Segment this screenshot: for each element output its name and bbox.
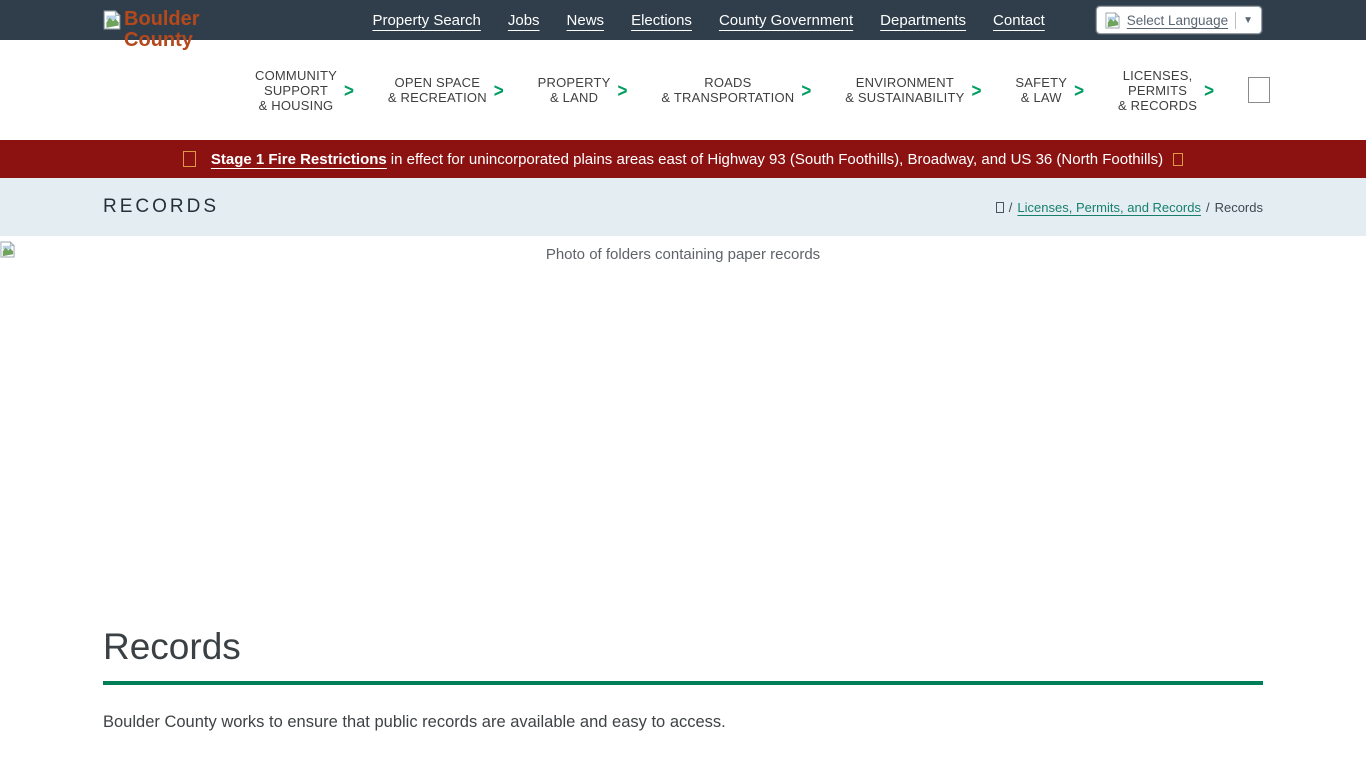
utility-link-property-search[interactable]: Property Search: [372, 12, 480, 29]
home-icon[interactable]: [996, 202, 1004, 213]
chevron-down-icon: ▼: [1243, 15, 1253, 26]
heading-rule: [103, 681, 1263, 685]
breadcrumb-separator: /: [1206, 200, 1210, 215]
hero-image-broken: Photo of folders containing paper record…: [0, 236, 1366, 610]
divider: [1235, 12, 1236, 29]
page-title-bar: RECORDS / Licenses, Permits, and Records…: [0, 178, 1366, 236]
content-intro-paragraph: Boulder County works to ensure that publ…: [103, 713, 1263, 732]
nav-item-label: PROPERTY & LAND: [538, 75, 611, 105]
utility-link-elections[interactable]: Elections: [631, 12, 692, 29]
chevron-right-icon: >: [618, 80, 628, 100]
search-icon[interactable]: [1248, 77, 1270, 103]
nav-item-property-land[interactable]: PROPERTY & LAND >: [538, 75, 628, 105]
nav-item-label: SAFETY & LAW: [1015, 75, 1067, 105]
breadcrumb-separator: /: [1009, 200, 1013, 215]
utility-link-news[interactable]: News: [567, 12, 605, 29]
nav-item-label: ENVIRONMENT & SUSTAINABILITY: [845, 75, 964, 105]
select-language-dropdown[interactable]: Select Language ▼: [1096, 6, 1262, 34]
nav-item-community-support-housing[interactable]: COMMUNITY SUPPORT & HOUSING >: [255, 68, 354, 113]
chevron-right-icon: >: [801, 80, 811, 100]
chevron-right-icon: >: [972, 80, 982, 100]
nav-item-licenses-permits-records[interactable]: LICENSES, PERMITS & RECORDS >: [1118, 68, 1214, 113]
page-title: RECORDS: [103, 196, 219, 218]
nav-item-roads-transportation[interactable]: ROADS & TRANSPORTATION >: [661, 75, 811, 105]
content-heading: Records: [103, 626, 1263, 668]
nav-item-label: OPEN SPACE & RECREATION: [388, 75, 487, 105]
utility-link-county-government[interactable]: County Government: [719, 12, 853, 29]
broken-image-icon: [103, 10, 121, 35]
site-logo-link[interactable]: Boulder County: [103, 9, 221, 51]
logo-alt-text: Boulder County: [124, 8, 200, 51]
breadcrumb-current: Records: [1215, 200, 1263, 215]
main-navigation: COMMUNITY SUPPORT & HOUSING > OPEN SPACE…: [0, 40, 1366, 140]
utility-link-departments[interactable]: Departments: [880, 12, 966, 29]
chevron-right-icon: >: [1074, 80, 1084, 100]
alert-message: in effect for unincorporated plains area…: [391, 151, 1163, 168]
fire-icon-placeholder: [183, 151, 196, 167]
nav-item-label: ROADS & TRANSPORTATION: [661, 75, 794, 105]
nav-item-safety-law[interactable]: SAFETY & LAW >: [1015, 75, 1084, 105]
chevron-right-icon: >: [494, 80, 504, 100]
fire-icon-placeholder: [1173, 153, 1183, 166]
utility-link-contact[interactable]: Contact: [993, 12, 1045, 29]
utility-link-jobs[interactable]: Jobs: [508, 12, 540, 29]
nav-item-environment-sustainability[interactable]: ENVIRONMENT & SUSTAINABILITY >: [845, 75, 981, 105]
fire-restrictions-alert-banner: Stage 1 Fire Restrictions in effect for …: [0, 140, 1366, 178]
chevron-right-icon: >: [344, 80, 354, 100]
breadcrumb: / Licenses, Permits, and Records / Recor…: [996, 200, 1263, 215]
breadcrumb-link-licenses-permits-records[interactable]: Licenses, Permits, and Records: [1017, 200, 1201, 215]
hero-image-alt-text: Photo of folders containing paper record…: [0, 246, 1366, 263]
chevron-right-icon: >: [1204, 80, 1214, 100]
page: Boulder County Property Search Jobs News…: [0, 0, 1366, 768]
top-utility-bar: Boulder County Property Search Jobs News…: [0, 0, 1366, 40]
select-language-label: Select Language: [1127, 13, 1228, 28]
nav-item-label: LICENSES, PERMITS & RECORDS: [1118, 68, 1197, 113]
nav-item-label: COMMUNITY SUPPORT & HOUSING: [255, 68, 337, 113]
nav-item-open-space-recreation[interactable]: OPEN SPACE & RECREATION >: [388, 75, 504, 105]
utility-nav: Property Search Jobs News Elections Coun…: [372, 6, 1366, 34]
broken-image-icon: [1105, 12, 1120, 29]
alert-title-link[interactable]: Stage 1 Fire Restrictions: [211, 151, 387, 168]
